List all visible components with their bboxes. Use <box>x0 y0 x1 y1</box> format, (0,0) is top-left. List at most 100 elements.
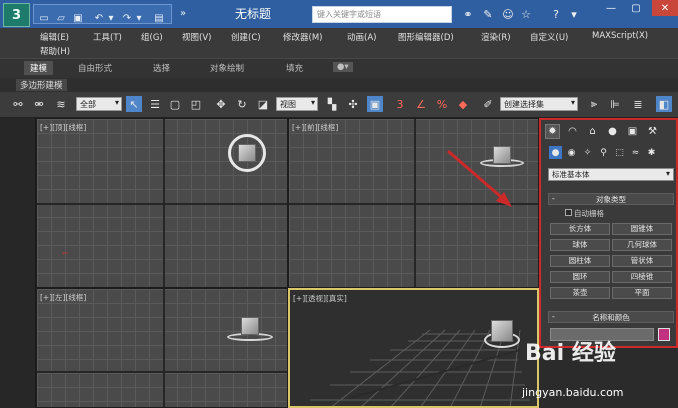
torus-button[interactable]: 圆环 <box>550 271 610 283</box>
minimize-icon[interactable]: — <box>600 0 622 16</box>
window-crossing-icon[interactable]: ◰ <box>188 96 204 112</box>
pyramid-button[interactable]: 四棱锥 <box>612 271 672 283</box>
menu-group[interactable]: 组(G) <box>141 31 163 43</box>
help-icon[interactable]: ? <box>548 6 564 22</box>
star-icon[interactable]: ☆ <box>518 6 534 22</box>
rectangular-selection-icon[interactable]: ▢ <box>167 96 183 112</box>
menu-tools[interactable]: 工具(T) <box>93 31 122 43</box>
menu-create[interactable]: 创建(C) <box>231 31 261 43</box>
tab-modeling[interactable]: 建模 <box>24 61 54 75</box>
menu-help[interactable]: 帮助(H) <box>40 45 70 57</box>
snap-toggle-icon[interactable]: 3 <box>392 96 408 112</box>
sphere-button[interactable]: 球体 <box>550 239 610 251</box>
search-input[interactable]: 键入关键字或短语 <box>312 6 452 23</box>
tab-object-paint[interactable]: 对象绘制 <box>210 62 244 74</box>
ribbon-options-icon[interactable]: ●▾ <box>333 62 353 72</box>
viewport-left[interactable]: [+][左][线框] <box>36 288 288 408</box>
utilities-icon[interactable]: ⚒ <box>645 124 660 139</box>
move-icon[interactable]: ✥ <box>213 96 229 112</box>
cameras-icon[interactable]: ⚲ <box>597 146 610 159</box>
teapot-button[interactable]: 茶壶 <box>550 287 610 299</box>
percent-snap-icon[interactable]: % <box>434 96 450 112</box>
angle-snap-icon[interactable]: ∠ <box>413 96 429 112</box>
space-warps-icon[interactable]: ≈ <box>629 146 642 159</box>
bind-space-warp-icon[interactable]: ≋ <box>53 96 69 112</box>
shapes-icon[interactable]: ◉ <box>565 146 578 159</box>
viewport-label-top[interactable]: [+][顶][线框] <box>40 122 86 133</box>
tab-populate[interactable]: 填充 <box>286 62 303 74</box>
hierarchy-icon[interactable]: ⌂ <box>585 124 600 139</box>
geosphere-button[interactable]: 几何球体 <box>612 239 672 251</box>
create-icon[interactable]: ✹ <box>545 124 560 139</box>
cone-button[interactable]: 圆锥体 <box>612 223 672 235</box>
select-object-icon[interactable]: ↖ <box>126 96 142 112</box>
viewport-label-left[interactable]: [+][左][线框] <box>40 292 86 303</box>
scale-icon[interactable]: ◪ <box>255 96 271 112</box>
lights-icon[interactable]: ✧ <box>581 146 594 159</box>
open-file-icon[interactable]: ▱ <box>54 11 68 25</box>
menu-views[interactable]: 视图(V) <box>182 31 211 43</box>
mirror-icon[interactable]: ⫸ <box>586 96 602 112</box>
selection-filter-dropdown[interactable]: 全部 <box>76 97 122 111</box>
expand-toolbar-icon[interactable]: » <box>176 6 190 20</box>
box-object-top[interactable] <box>238 144 256 162</box>
edit-named-selection-icon[interactable]: ✐ <box>480 96 496 112</box>
project-folder-icon[interactable]: ▤ <box>152 11 166 25</box>
align-icon[interactable]: ⊫ <box>607 96 623 112</box>
geometry-icon[interactable]: ● <box>549 146 562 159</box>
viewport-top[interactable]: [+][顶][线框] ⌐ <box>36 118 288 288</box>
menu-rendering[interactable]: 渲染(R) <box>481 31 511 43</box>
menu-maxscript[interactable]: MAXScript(X) <box>592 31 648 41</box>
menu-modifiers[interactable]: 修改器(M) <box>283 31 322 43</box>
box-object-left[interactable] <box>241 317 259 335</box>
tab-freeform[interactable]: 自由形式 <box>78 62 112 74</box>
menu-customize[interactable]: 自定义(U) <box>530 31 568 43</box>
reference-coordinate-dropdown[interactable]: 视图 <box>276 97 318 111</box>
undo-dropdown-icon[interactable]: ▾ <box>104 11 118 25</box>
object-type-rollout[interactable]: - 对象类型 <box>548 193 674 205</box>
menu-graph-editors[interactable]: 图形编辑器(D) <box>398 31 454 43</box>
autogrid-checkbox[interactable] <box>565 209 572 216</box>
named-selection-dropdown[interactable]: 创建选择集 <box>500 97 578 111</box>
viewport-perspective[interactable]: [+][透视][真实] <box>288 288 539 408</box>
box-button[interactable]: 长方体 <box>550 223 610 235</box>
cylinder-button[interactable]: 圆柱体 <box>550 255 610 267</box>
spinner-snap-icon[interactable]: ◆ <box>455 96 471 112</box>
main-toolbar: ⚯ ⚮ ≋ 全部 ↖ ☰ ▢ ◰ ✥ ↻ ◪ 视图 ▚ ✣ ▣ 3 ∠ % ◆ … <box>0 92 678 118</box>
new-file-icon[interactable]: ▭ <box>37 11 51 25</box>
box-object-perspective[interactable] <box>491 320 513 342</box>
tab-selection[interactable]: 选择 <box>153 62 170 74</box>
menu-edit[interactable]: 编辑(E) <box>40 31 69 43</box>
pivot-center-icon[interactable]: ▚ <box>324 96 340 112</box>
redo-dropdown-icon[interactable]: ▾ <box>132 11 146 25</box>
graphite-toggle-icon[interactable]: ◧ <box>656 96 672 112</box>
unlink-icon[interactable]: ⚮ <box>31 96 47 112</box>
select-by-name-icon[interactable]: ☰ <box>147 96 163 112</box>
helpers-icon[interactable]: ⬚ <box>613 146 626 159</box>
category-dropdown[interactable]: 标准基本体 <box>548 168 674 181</box>
rotate-icon[interactable]: ↻ <box>234 96 250 112</box>
close-icon[interactable]: ✕ <box>652 0 678 16</box>
modify-icon[interactable]: ◠ <box>565 124 580 139</box>
save-icon[interactable]: ▣ <box>71 11 85 25</box>
wrench-icon[interactable]: ✎ <box>480 6 496 22</box>
plane-button[interactable]: 平面 <box>612 287 672 299</box>
tube-button[interactable]: 管状体 <box>612 255 672 267</box>
menu-animation[interactable]: 动画(A) <box>347 31 376 43</box>
display-icon[interactable]: ▣ <box>625 124 640 139</box>
motion-icon[interactable]: ● <box>605 124 620 139</box>
app-logo-icon[interactable]: 3 <box>3 3 30 27</box>
polygon-modeling-label[interactable]: 多边形建模 <box>16 79 67 91</box>
maximize-icon[interactable]: ▢ <box>625 0 647 16</box>
link-icon[interactable]: ⚯ <box>10 96 26 112</box>
viewport-label-front[interactable]: [+][前][线框] <box>292 122 338 133</box>
object-color-swatch[interactable] <box>658 328 670 341</box>
name-and-color-rollout[interactable]: - 名称和颜色 <box>548 311 674 323</box>
layer-manager-icon[interactable]: ≣ <box>630 96 646 112</box>
help-dropdown-icon[interactable]: ▾ <box>566 6 582 22</box>
systems-icon[interactable]: ✱ <box>645 146 658 159</box>
user-icon[interactable]: ☺ <box>500 6 516 22</box>
keyboard-shortcut-override-icon[interactable]: ▣ <box>367 96 383 112</box>
binoculars-icon[interactable]: ⚭ <box>460 6 476 22</box>
select-and-manipulate-icon[interactable]: ✣ <box>345 96 361 112</box>
